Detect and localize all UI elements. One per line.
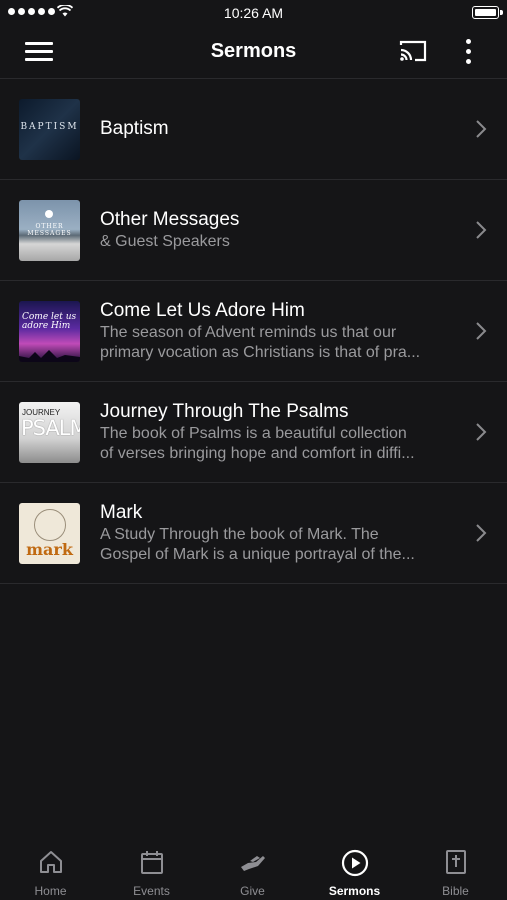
tab-home[interactable]: Home (0, 840, 101, 900)
sermon-row-journey-through-the-psalms[interactable]: JOURNEY PSALMS Journey Through The Psalm… (0, 382, 507, 483)
tab-give[interactable]: Give (202, 840, 303, 900)
sermon-description-line-1: The book of Psalms is a beautiful collec… (100, 425, 407, 442)
tab-bible[interactable]: Bible (405, 840, 506, 900)
chevron-right-icon (476, 322, 487, 340)
sermon-title: Journey Through The Psalms (100, 401, 349, 422)
give-icon (240, 856, 265, 871)
sermon-description-line-2: primary vocation as Christians is that o… (100, 344, 421, 361)
sermon-description-line-2: of verses bringing hope and comfort in d… (100, 445, 415, 462)
chevron-right-icon (476, 221, 487, 239)
sermon-list: BAPTISM Baptism OTHER MESSAGES Other Mes… (0, 79, 507, 584)
calendar-icon (140, 851, 163, 874)
sermon-thumbnail: OTHER MESSAGES (19, 200, 80, 261)
sermon-title: Baptism (100, 118, 169, 139)
battery-icon (472, 6, 503, 19)
sermon-thumbnail: mark (19, 503, 80, 564)
tab-events[interactable]: Events (101, 840, 202, 900)
sermon-thumbnail: JOURNEY PSALMS (19, 402, 80, 463)
sermon-row-other-messages[interactable]: OTHER MESSAGES Other Messages & Guest Sp… (0, 180, 507, 281)
play-circle-icon (341, 849, 368, 877)
cast-icon[interactable] (398, 39, 428, 63)
sermon-description-line-1: The season of Advent reminds us that our (100, 324, 397, 341)
sermon-thumbnail: Come let us adore Him (19, 301, 80, 362)
sermon-description-line-1: A Study Through the book of Mark. The (100, 526, 379, 543)
page-title: Sermons (210, 40, 297, 62)
chevron-right-icon (476, 423, 487, 441)
status-time: 10:26 AM (223, 5, 284, 21)
sermon-row-baptism[interactable]: BAPTISM Baptism (0, 79, 507, 180)
sermon-subtitle: & Guest Speakers (100, 233, 230, 250)
sermon-title: Mark (100, 502, 143, 523)
status-bar: 10:26 AM (0, 0, 507, 26)
tab-sermons[interactable]: Sermons (304, 840, 405, 900)
sermon-row-come-let-us-adore-him[interactable]: Come let us adore Him Come Let Us Adore … (0, 281, 507, 382)
home-icon (39, 851, 62, 873)
more-options-icon[interactable] (460, 39, 476, 65)
sermon-title: Come Let Us Adore Him (100, 300, 305, 321)
sermon-description-line-2: Gospel of Mark is a unique portrayal of … (100, 546, 415, 563)
tab-bar: Home Events Give Sermons Bible (0, 840, 507, 900)
sermon-row-mark[interactable]: mark Mark A Study Through the book of Ma… (0, 483, 507, 584)
sermon-thumbnail: BAPTISM (19, 99, 80, 160)
bible-icon (445, 850, 466, 874)
sermon-title: Other Messages (100, 209, 240, 230)
nav-bar: Sermons (0, 26, 507, 79)
chevron-right-icon (476, 524, 487, 542)
chevron-right-icon (476, 120, 487, 138)
